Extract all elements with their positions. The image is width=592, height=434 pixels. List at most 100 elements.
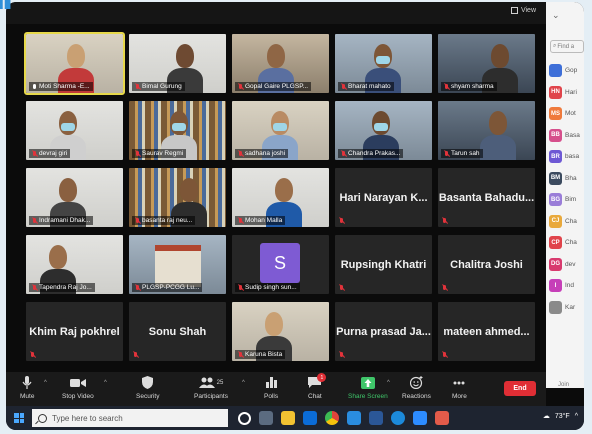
participant-tile[interactable]: Tarun sah [438, 101, 535, 160]
participant-list-name: Cha [565, 239, 577, 247]
more-button[interactable]: More [452, 375, 467, 400]
participant-list-item[interactable]: Gop [549, 60, 580, 82]
participant-list-item[interactable]: MS Mot [549, 103, 580, 125]
participant-tile[interactable]: Saurav Regmi [129, 101, 226, 160]
face-mask [376, 56, 390, 64]
participant-list-item[interactable]: CP Cha [549, 232, 580, 254]
participant-list-item[interactable]: BR basa [549, 146, 580, 168]
participant-list-name: Hari [565, 88, 577, 96]
chat-button[interactable]: 1 Chat [308, 373, 327, 400]
top-bar: View [6, 2, 546, 24]
polls-button[interactable]: Polls [264, 375, 278, 400]
word-icon[interactable] [369, 411, 383, 425]
bar-chart-icon [265, 375, 277, 390]
avatar: BM [549, 171, 562, 185]
participant-tile[interactable]: devraj giri [26, 101, 123, 160]
participant-name-tag: Sudip singh sun... [235, 283, 300, 292]
share-screen-icon [360, 375, 375, 390]
participant-tile[interactable]: Moti Sharma -E... [24, 32, 125, 95]
participant-tile[interactable]: PLGSP-PCGG Lu... [129, 235, 226, 294]
participant-list-item[interactable]: DG dev [549, 254, 580, 276]
person-head [59, 178, 77, 202]
stop-video-button[interactable]: Stop Video [62, 375, 94, 400]
participant-tile[interactable]: sadhana joshi [232, 101, 329, 160]
participant-tile[interactable]: mateen ahmed... [438, 302, 535, 361]
participant-tile[interactable]: Chalitra Joshi [438, 235, 535, 294]
participant-name-display: Hari Narayan K... [339, 191, 428, 204]
participant-tile[interactable]: Mohan Malla [232, 168, 329, 227]
participant-tile[interactable]: Indramani Dhak... [26, 168, 123, 227]
participant-tile[interactable]: shyam sharma [438, 34, 535, 93]
participant-tile[interactable]: basanta raj neu... [129, 168, 226, 227]
task-view-icon[interactable] [259, 411, 273, 425]
participant-name: Moti Sharma -E... [39, 83, 90, 90]
cortana-icon[interactable] [238, 411, 251, 425]
join-label[interactable]: Join [558, 382, 569, 388]
search-icon [38, 413, 47, 423]
avatar [549, 64, 562, 78]
taskbar-search-box[interactable]: Type here to search [32, 409, 228, 427]
view-button[interactable]: View [510, 7, 536, 14]
participant-tile[interactable]: Hari Narayan K... [335, 168, 432, 227]
microphone-muted-icon [32, 217, 37, 224]
participant-tile[interactable]: Rupsingh Khatri [335, 235, 432, 294]
zoom-app-icon[interactable] [413, 411, 427, 425]
participant-tile[interactable]: S Sudip singh sun... [232, 235, 329, 294]
participant-name-display: mateen ahmed... [443, 325, 530, 338]
participant-tile[interactable]: Basanta Bahadu... [438, 168, 535, 227]
zoom-window: View Moti Sharma -E... Bimal Gurung Gopa… [6, 2, 584, 430]
edge-icon[interactable] [391, 411, 405, 425]
participant-name-tag: Chandra Prakas... [338, 149, 404, 158]
participant-tile[interactable]: Bharat mahato [335, 34, 432, 93]
participant-list-item[interactable]: CJ Cha [549, 211, 580, 233]
system-tray: ☁ 73°F ^ [543, 412, 578, 421]
participants-options-caret[interactable]: ^ [242, 380, 245, 386]
participant-tile[interactable]: Khim Raj pokhrel [26, 302, 123, 361]
participant-list: Gop HN Hari MS Mot BB Basa BR basa BM Bha BG B… [549, 60, 580, 318]
participant-tile[interactable]: Gopal Gaire PLGSP... [232, 34, 329, 93]
windows-start-icon[interactable] [14, 413, 24, 423]
video-options-caret[interactable]: ^ [104, 380, 107, 386]
security-button[interactable]: Security [136, 375, 159, 400]
chevron-down-icon[interactable]: ⌄ [552, 10, 560, 21]
person-head [176, 44, 194, 68]
person-head [67, 44, 85, 68]
share-options-caret[interactable]: ^ [387, 380, 390, 386]
participant-tile[interactable]: Bimal Gurung [129, 34, 226, 93]
participant-list-item[interactable]: BM Bha [549, 168, 580, 190]
mute-button[interactable]: Mute [20, 375, 34, 400]
participant-name-tag: devraj giri [29, 149, 71, 158]
participants-button[interactable]: 25 Participants [194, 375, 228, 400]
polls-label: Polls [264, 393, 279, 400]
participant-tile[interactable]: Chandra Prakas... [335, 101, 432, 160]
meeting-toolbar: Mute ^ Stop Video ^ Security 25 Particip… [6, 372, 546, 406]
participant-list-item[interactable]: HN Hari [549, 82, 580, 104]
chevron-up-icon[interactable]: ^ [575, 413, 578, 420]
participant-tile[interactable]: Tapendra Raj Jo... [26, 235, 123, 294]
search-placeholder: Type here to search [52, 413, 123, 423]
microphone-muted-icon [339, 218, 344, 224]
participant-list-item[interactable]: Kar [549, 297, 580, 319]
mail-icon[interactable] [303, 411, 317, 425]
microphone-muted-icon [442, 285, 447, 291]
chrome-icon[interactable] [325, 411, 339, 425]
participant-tile[interactable]: Sonu Shah [129, 302, 226, 361]
participant-list-item[interactable]: I Ind [549, 275, 580, 297]
file-explorer-icon[interactable] [281, 411, 295, 425]
microphone-muted-icon [238, 284, 243, 291]
shield-icon [142, 375, 154, 390]
mute-options-caret[interactable]: ^ [44, 380, 47, 386]
share-screen-button[interactable]: Share Screen [348, 375, 388, 400]
microphone-muted-icon [442, 352, 447, 358]
end-meeting-button[interactable]: End [504, 381, 536, 396]
participant-list-item[interactable]: BG Bim [549, 189, 580, 211]
store-icon[interactable] [347, 411, 361, 425]
find-participant-input[interactable]: ⌕ Find a [550, 40, 584, 53]
participant-list-item[interactable]: BB Basa [549, 125, 580, 147]
participant-tile[interactable]: Karuna Bista [232, 302, 329, 361]
more-dots-icon [453, 375, 465, 390]
app-icon[interactable] [435, 411, 449, 425]
participant-name: Karuna Bista [245, 351, 283, 358]
reactions-button[interactable]: Reactions [402, 375, 431, 400]
participant-tile[interactable]: Purna prasad Ja... [335, 302, 432, 361]
